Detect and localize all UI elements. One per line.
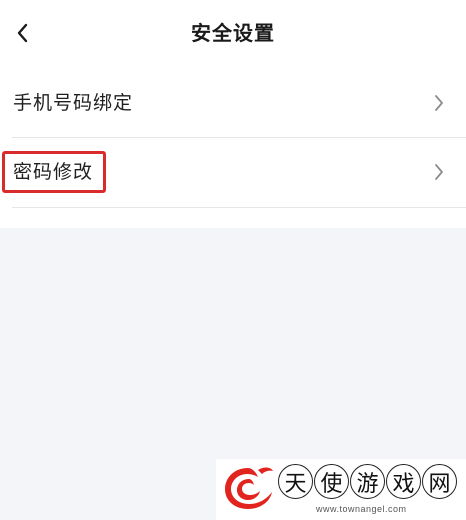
settings-item-label: 手机号码绑定	[13, 92, 134, 114]
watermark-char: 游	[350, 464, 385, 499]
watermark-char: 使	[314, 464, 349, 499]
watermark-title: 天 使 游 戏 网	[278, 464, 466, 499]
settings-item-phone-binding[interactable]: 手机号码绑定	[0, 68, 466, 138]
chevron-left-icon	[17, 23, 28, 43]
list-divider	[12, 207, 466, 208]
back-button[interactable]	[8, 18, 36, 48]
settings-list: 手机号码绑定 密码修改	[0, 68, 466, 228]
site-watermark: 天 使 游 戏 网 www.townangel.com	[216, 459, 466, 520]
chevron-right-icon	[435, 164, 443, 180]
watermark-char: 网	[422, 464, 457, 499]
top-nav-bar: 安全设置	[0, 0, 466, 68]
security-settings-screen: 安全设置 手机号码绑定 密码修改 天 使 游 戏 网 www.townangel…	[0, 0, 466, 520]
watermark-logo-icon	[225, 467, 273, 509]
highlight-annotation-box	[2, 151, 106, 193]
watermark-char: 戏	[386, 464, 421, 499]
chevron-right-icon	[435, 95, 443, 111]
watermark-url: www.townangel.com	[316, 504, 407, 514]
watermark-char: 天	[278, 464, 313, 499]
page-title: 安全设置	[191, 21, 275, 45]
